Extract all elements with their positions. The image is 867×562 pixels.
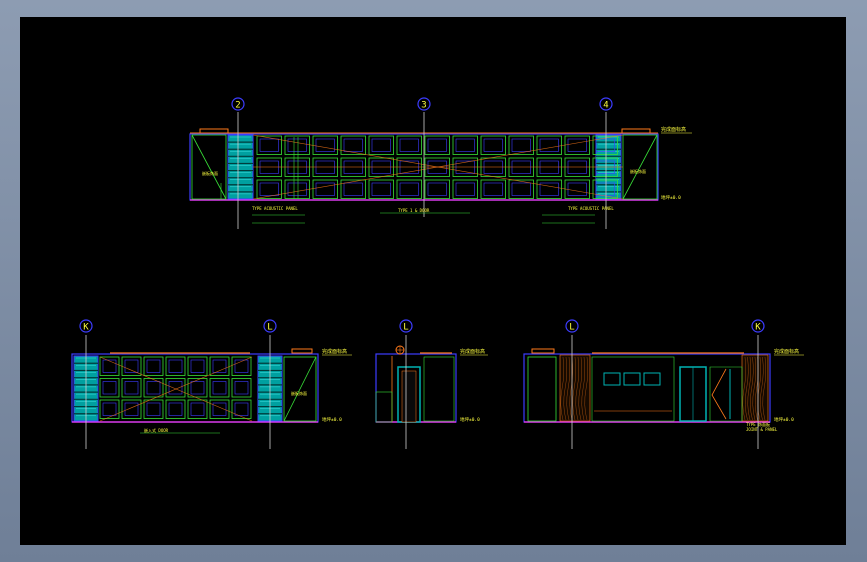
svg-text:L: L <box>569 323 574 333</box>
side-note-left: 嵌板饰面 <box>202 170 218 176</box>
grid-cell-inset <box>102 359 117 373</box>
grid-cell-inset <box>190 402 205 416</box>
bottom-right-elevation: L K 完成面标高 地坪±0.0 TYPE 饰面板 JOINT & PANEL <box>523 319 804 449</box>
grid-cell-inset <box>190 359 205 373</box>
floor-label-top: 地坪±0.0 <box>661 194 681 201</box>
grid-cell-inset <box>343 138 363 152</box>
grid-cell-inset <box>124 381 139 395</box>
drawing-canvas[interactable]: 2 3 4 完成面标高 地坪±0.0 TYPE ACOUSTIC PANEL T… <box>20 17 846 545</box>
grid-cell-inset <box>190 381 205 395</box>
grid-marker-2: 2 <box>231 97 245 111</box>
grid-cell-inset <box>146 359 161 373</box>
panel-note-right: TYPE ACOUSTIC PANEL <box>568 206 614 211</box>
grid-cell-inset <box>146 381 161 395</box>
acoustic-panel-left <box>227 134 254 200</box>
grid-cell-inset <box>539 138 559 152</box>
grid-cell-inset <box>168 381 183 395</box>
svg-text:K: K <box>83 323 89 333</box>
grid-cell-inset <box>511 182 531 196</box>
finish-note-2: JOINT & PANEL <box>746 427 778 432</box>
grid-cell-inset <box>259 182 279 196</box>
grid-cell-inset <box>427 182 447 196</box>
top-elevation: 2 3 4 完成面标高 地坪±0.0 TYPE ACOUSTIC PANEL T… <box>189 97 692 229</box>
grid-cell-inset <box>399 182 419 196</box>
grid-cell-inset <box>315 138 335 152</box>
svg-text:L: L <box>267 323 272 333</box>
grid-cell-inset <box>483 182 503 196</box>
grid-cell-inset <box>483 138 503 152</box>
panel-body <box>227 134 254 200</box>
grid-cell-inset <box>168 402 183 416</box>
grid-cell-inset <box>315 182 335 196</box>
grid-cell-inset <box>287 182 307 196</box>
svg-text:3: 3 <box>421 101 426 111</box>
grid-marker-4: 4 <box>599 97 613 111</box>
grid-cell-inset <box>102 402 117 416</box>
grid-cell-inset <box>343 182 363 196</box>
side-note: 嵌板饰面 <box>291 390 307 396</box>
grid-cell-inset <box>168 359 183 373</box>
elevation-drawings: 2 3 4 完成面标高 地坪±0.0 TYPE ACOUSTIC PANEL T… <box>71 97 804 449</box>
level-label-right: 完成面标高 <box>774 348 799 355</box>
wood-grain-texture <box>560 356 766 421</box>
floor-label: 地坪±0.0 <box>322 416 342 423</box>
grid-cell-inset <box>124 402 139 416</box>
grid-marker-3: 3 <box>417 97 431 111</box>
grid-marker-l: L <box>263 319 277 333</box>
level-label-top: 完成面标高 <box>661 126 686 133</box>
grid-cell-inset <box>146 402 161 416</box>
grid-cell-inset <box>455 182 475 196</box>
level-label: 完成面标高 <box>322 348 347 355</box>
grid-marker-l-right: L <box>565 319 579 333</box>
grid-cell-inset <box>234 381 249 395</box>
grid-cell-inset <box>234 402 249 416</box>
center-note: TYPE 1 & DOOR <box>398 208 430 213</box>
grid-cell-inset <box>371 138 391 152</box>
grid-marker-k-right: K <box>751 319 765 333</box>
side-note-right: 嵌板饰面 <box>630 168 646 174</box>
grid-marker-k: K <box>79 319 93 333</box>
level-label-mid: 完成面标高 <box>460 348 485 355</box>
svg-text:4: 4 <box>603 101 608 111</box>
grid-cell-inset <box>567 182 587 196</box>
floor-label-mid: 地坪±0.0 <box>460 416 480 423</box>
grid-cell-inset <box>124 359 139 373</box>
svg-text:2: 2 <box>235 101 240 111</box>
grid-cell-inset <box>399 138 419 152</box>
svg-text:K: K <box>755 323 761 333</box>
bottom-middle-section: L 完成面标高 地坪±0.0 <box>375 319 488 449</box>
bottom-left-elevation: K L 完成面标高 地坪±0.0 嵌入式 DOOR 嵌板饰面 <box>71 319 352 449</box>
grid-cell-inset <box>287 138 307 152</box>
floor-label-right: 地坪±0.0 <box>774 416 794 423</box>
bottom-note: 嵌入式 DOOR <box>144 427 169 433</box>
grid-cell-inset <box>212 381 227 395</box>
panel-note-left: TYPE ACOUSTIC PANEL <box>252 206 298 211</box>
grid-marker-l-mid: L <box>399 319 413 333</box>
grid-cell-inset <box>511 138 531 152</box>
grid-cell-inset <box>234 359 249 373</box>
grid-cell-inset <box>455 138 475 152</box>
grid-cell-inset <box>259 138 279 152</box>
svg-text:L: L <box>403 323 408 333</box>
grid-cell-inset <box>371 182 391 196</box>
grid-cell-inset <box>427 138 447 152</box>
grid-cell-inset <box>567 138 587 152</box>
grid-cell-inset <box>102 381 117 395</box>
